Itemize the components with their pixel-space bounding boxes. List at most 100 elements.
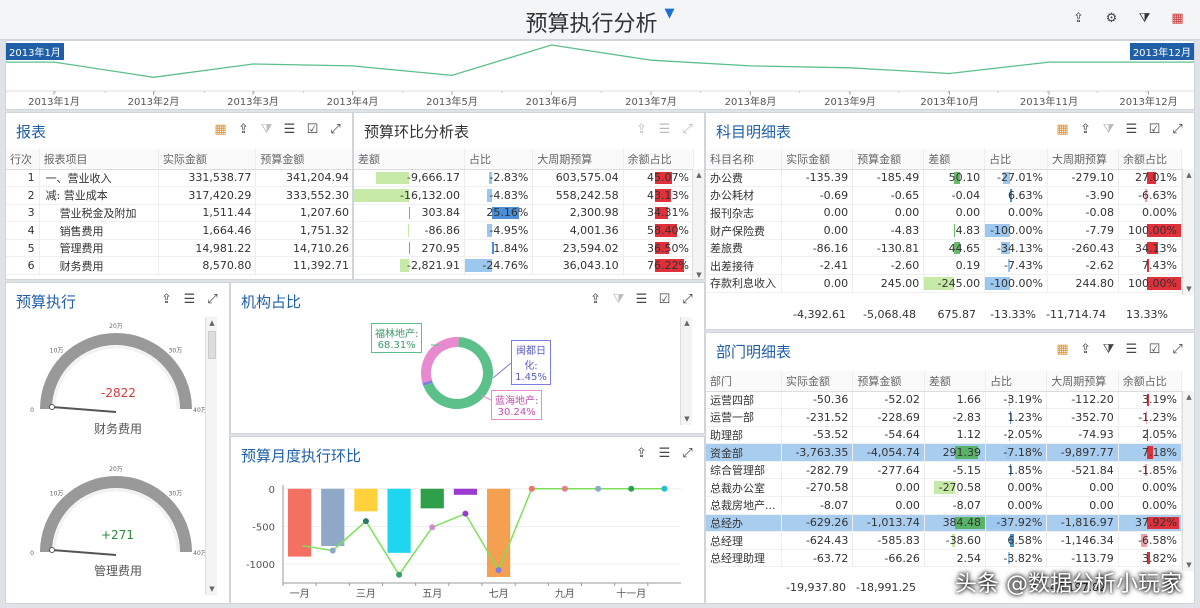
table-row[interactable]: 运营四部 -50.36 -52.02 1.66 -3.19% -112.20 3.19% <box>706 391 1183 410</box>
org-share-donut[interactable] <box>231 283 686 434</box>
filter-indicator-icon[interactable]: ▼ <box>665 6 675 21</box>
table-row[interactable]: 总经理 -624.43 -585.83 -38.60 6.58% -1,146.34 -6.… <box>706 531 1183 550</box>
export-icon[interactable]: ⇪ <box>633 121 650 138</box>
column-header[interactable]: 差额 <box>923 149 986 170</box>
grid-icon[interactable]: ▦ <box>212 121 229 138</box>
calendar-clear-icon[interactable]: ▦ <box>1169 10 1186 27</box>
table-row[interactable]: 总裁房地产... -8.07 0.00 -8.07 0.00% 0.00 0.00% <box>706 496 1183 515</box>
column-header[interactable]: 余额占比 <box>623 149 695 170</box>
fullscreen-icon[interactable]: ⤢ <box>204 291 221 308</box>
fullscreen-icon[interactable]: ⤢ <box>327 121 344 138</box>
format-icon[interactable]: ☰ <box>1123 121 1140 138</box>
export-icon[interactable]: ⇪ <box>1077 121 1094 138</box>
table-row[interactable]: 303.84 25.16% 2,300.98 34.31% <box>354 204 695 223</box>
column-header[interactable]: 大周期预算 <box>532 149 624 170</box>
table-row[interactable]: -86.86 -4.95% 4,001.36 58.40% <box>354 221 695 240</box>
table-row[interactable]: 运营一部 -231.52 -228.69 -2.83 1.23% -352.70 -1.23… <box>706 408 1183 427</box>
export-icon[interactable]: ⇪ <box>158 291 175 308</box>
ring-scrollbar[interactable]: ▲ ▼ <box>692 169 704 279</box>
table-row[interactable]: 5 管理费用 14,981.22 14,710.26 <box>6 239 352 258</box>
column-header[interactable]: 大周期预算 <box>1047 149 1120 170</box>
scroll-up-icon[interactable]: ▲ <box>693 169 704 181</box>
scroll-down-icon[interactable]: ▼ <box>693 269 704 279</box>
monthly-chart[interactable]: 0 -500 -1000 一月 三月 五月 七月 九月 十一月 <box>231 465 701 604</box>
timeline-chart[interactable]: 2013年1月 2013年2月 2013年3月 2013年4月 2013年5月 2013年… <box>6 41 1195 110</box>
export-icon[interactable]: ⇪ <box>235 121 252 138</box>
column-header[interactable]: 差额 <box>924 371 987 392</box>
filter-icon[interactable]: ⧩ <box>1100 121 1117 138</box>
scroll-up-icon[interactable]: ▲ <box>206 317 218 329</box>
table-row[interactable]: 6 财务费用 8,570.80 11,392.71 <box>6 256 352 276</box>
budget-exec-scrollbar[interactable]: ▲ ▼ <box>205 317 217 595</box>
org-share-scrollbar[interactable]: ▲ ▼ <box>680 317 692 425</box>
table-row[interactable]: 4 销售费用 1,664.46 1,751.32 <box>6 221 352 240</box>
format-icon[interactable]: ☰ <box>1123 341 1140 358</box>
column-header[interactable]: 预算金额 <box>852 371 925 392</box>
column-header[interactable]: 余额占比 <box>1118 149 1182 170</box>
table-row[interactable]: 出差接待 -2.41 -2.60 0.19 -7.43% -2.62 7.43% <box>706 256 1182 276</box>
column-header[interactable]: 报表项目 <box>39 149 159 170</box>
timeline-start-handle[interactable]: 2013年1月 <box>6 43 64 60</box>
export-icon[interactable]: ⇪ <box>633 445 650 462</box>
column-header[interactable]: 科目名称 <box>706 149 783 170</box>
column-header[interactable]: 部门 <box>706 371 782 392</box>
scroll-up-icon[interactable]: ▲ <box>681 317 693 329</box>
column-header[interactable]: 实际金额 <box>158 149 257 170</box>
table-row[interactable]: 办公耗材 -0.69 -0.65 -0.04 6.63% -3.90 -6.63% <box>706 186 1182 205</box>
timeline-end-handle[interactable]: 2013年12月 <box>1129 43 1194 60</box>
checkbox-icon[interactable]: ☑ <box>304 121 321 138</box>
scroll-up-icon[interactable]: ▲ <box>1183 169 1194 181</box>
column-header[interactable]: 实际金额 <box>781 149 854 170</box>
column-header[interactable]: 实际金额 <box>781 371 854 392</box>
grid-icon[interactable]: ▦ <box>1054 121 1071 138</box>
table-row[interactable]: 报刊杂志 0.00 0.00 0.00 0.00% -0.08 0.00% <box>706 204 1182 223</box>
filter-icon[interactable]: ⧩ <box>258 121 275 138</box>
fullscreen-icon[interactable]: ⤢ <box>679 121 696 138</box>
checkbox-icon[interactable]: ☑ <box>1146 341 1163 358</box>
column-header[interactable]: 余额占比 <box>1118 371 1183 392</box>
scroll-down-icon[interactable]: ▼ <box>1183 559 1194 571</box>
scroll-down-icon[interactable]: ▼ <box>1183 283 1194 295</box>
scroll-down-icon[interactable]: ▼ <box>681 413 693 425</box>
clear-filter-icon[interactable]: ⧩ <box>1100 341 1117 358</box>
table-row[interactable]: 财产保险费 0.00 -4.83 4.83 -100.00% -7.79 100.00% <box>706 221 1182 240</box>
table-row[interactable]: 270.95 1.84% 23,594.02 36.50% <box>354 239 695 258</box>
table-row[interactable]: 办公费 -135.39 -185.49 50.10 -27.01% -279.10 27.0… <box>706 169 1182 188</box>
table-row[interactable]: 2 减: 营业成本 317,420.29 333,552.30 <box>6 186 352 205</box>
table-row[interactable]: -16,132.00 -4.83% 558,242.58 43.13% <box>354 186 695 205</box>
fullscreen-icon[interactable]: ⤢ <box>679 445 696 462</box>
table-row[interactable]: 总经理助理 -63.72 -66.26 2.54 -3.82% -113.79 3.82% <box>706 549 1183 568</box>
scroll-thumb[interactable] <box>208 331 216 359</box>
checkbox-icon[interactable]: ☑ <box>1146 121 1163 138</box>
table-row[interactable]: 差旅费 -86.16 -130.81 44.65 -34.13% -260.43 34.13… <box>706 239 1182 258</box>
table-row[interactable]: 总经办 -629.26 -1,013.74 384.48 -37.92% -1,816.9… <box>706 514 1183 533</box>
fullscreen-icon[interactable]: ⤢ <box>1169 341 1186 358</box>
table-row[interactable]: 总裁办公室 -270.58 0.00 -270.58 0.00% 0.00 0.00% <box>706 478 1183 498</box>
scroll-down-icon[interactable]: ▼ <box>206 583 218 595</box>
table-row[interactable]: 1 一、营业收入 331,538.77 341,204.94 <box>6 169 352 188</box>
column-header[interactable]: 行次 <box>6 149 40 170</box>
format-icon[interactable]: ☰ <box>281 121 298 138</box>
format-icon[interactable]: ☰ <box>656 121 673 138</box>
format-icon[interactable]: ☰ <box>656 445 673 462</box>
column-header[interactable]: 预算金额 <box>852 149 925 170</box>
column-header[interactable]: 差额 <box>354 149 465 170</box>
format-icon[interactable]: ☰ <box>181 291 198 308</box>
column-header[interactable]: 占比 <box>985 371 1048 392</box>
table-row[interactable]: 资金部 -3,763.35 -4,054.74 291.39 -7.18% -9,897.… <box>706 443 1183 462</box>
table-row[interactable]: 综合管理部 -282.79 -277.64 -5.15 1.85% -521.84 -1.8… <box>706 461 1183 480</box>
table-row[interactable]: 3 营业税金及附加 1,511.44 1,207.60 <box>6 204 352 223</box>
table-row[interactable]: 存款利息收入 0.00 245.00 -245.00 -100.00% 244.80 100… <box>706 274 1182 293</box>
column-header[interactable]: 占比 <box>984 149 1048 170</box>
table-row[interactable]: -2,821.91 -24.76% 36,043.10 76.22% <box>354 256 695 276</box>
scroll-up-icon[interactable]: ▲ <box>1183 391 1194 403</box>
settings-sliders-icon[interactable]: ⚙ <box>1103 10 1120 27</box>
column-header[interactable]: 大周期预算 <box>1046 371 1119 392</box>
clear-filter-icon[interactable]: ⧩ <box>1136 10 1153 27</box>
fullscreen-icon[interactable]: ⤢ <box>1169 121 1186 138</box>
column-header[interactable]: 预算金额 <box>255 149 352 170</box>
column-header[interactable]: 占比 <box>464 149 534 170</box>
export-icon[interactable]: ⇪ <box>1077 341 1094 358</box>
export-icon[interactable]: ⇪ <box>1070 10 1087 27</box>
subject-scrollbar[interactable]: ▲ ▼ <box>1182 169 1194 295</box>
